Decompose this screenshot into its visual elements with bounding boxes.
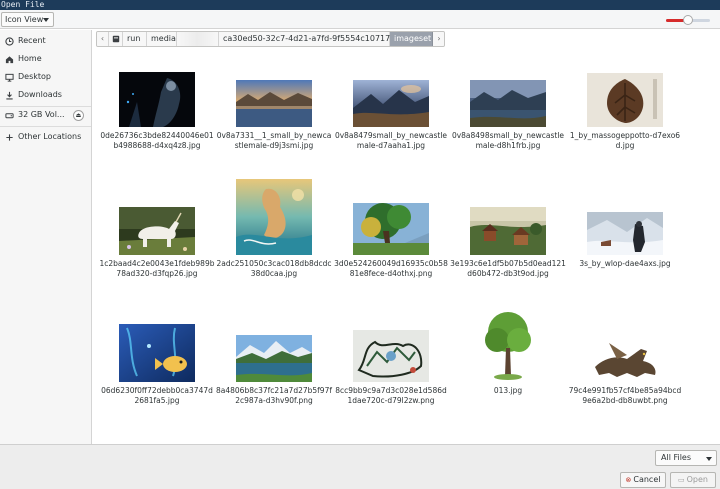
drive-icon	[5, 111, 14, 120]
path-segment-volume[interactable]: ca30ed50-32c7-4d21-a7fd-9f5554c10717	[219, 32, 390, 46]
file-item[interactable]: 1c2baad4c2e0043e1fdeb989b78ad320-d3fqp26…	[99, 177, 215, 279]
file-thumbnail	[119, 71, 195, 127]
file-item[interactable]: 2adc251050c3cac018db8dcdc38d0caa.jpg	[216, 177, 332, 279]
file-name: 8cc9bb9c9a7d3c028e1d586d1dae720c-d79l2zw…	[335, 386, 447, 405]
file-name: 3e193c6e1df5b07b5d0ead121d60b472-db3t9od…	[450, 259, 566, 278]
zoom-slider-handle[interactable]	[683, 15, 693, 25]
file-thumbnail	[236, 177, 312, 255]
download-icon	[5, 91, 14, 100]
cancel-button[interactable]: ⊗ Cancel	[620, 472, 666, 488]
file-thumbnail	[587, 71, 663, 127]
file-item[interactable]: 0de26736c3bde82440046e01b4988688-d4xq4z8…	[99, 71, 215, 151]
file-item[interactable]: 0v8a8479small_by_newcastlemale-d7aaha1.j…	[333, 71, 449, 151]
file-item[interactable]: 8a4806b8c37fc21a7d27b5f97f2c987a-d3hv90f…	[216, 304, 332, 406]
sidebar-item-label: Home	[18, 54, 42, 63]
sidebar-item-other-locations[interactable]: Other Locations	[0, 129, 91, 145]
file-name: 2adc251050c3cac018db8dcdc38d0caa.jpg	[216, 259, 332, 278]
sidebar-item-home[interactable]: Home	[0, 51, 91, 67]
file-thumbnail	[353, 71, 429, 127]
sidebar-separator	[0, 126, 91, 127]
sidebar-item-label: 32 GB Vol...	[18, 110, 65, 119]
window-titlebar: Open File	[0, 0, 720, 10]
file-name: 0v8a8498small_by_newcastlemale-d8h1frb.j…	[451, 131, 565, 150]
desktop-icon	[5, 73, 14, 82]
file-name: 3s_by_wlop-dae4axs.jpg	[579, 259, 671, 268]
file-thumbnail	[587, 177, 663, 255]
file-name: 0v8a7331__1_small_by_newcastlemale-d9j3s…	[216, 131, 332, 150]
file-thumbnail	[470, 177, 546, 255]
file-filter-dropdown[interactable]: All Files	[655, 450, 717, 466]
plus-icon	[5, 133, 14, 142]
file-item[interactable]: 0v8a8498small_by_newcastlemale-d8h1frb.j…	[450, 71, 566, 151]
file-name: 79c4e991fb57cf4be85a94bcd9e6a2bd-db8uwbt…	[568, 386, 682, 405]
file-item[interactable]	[216, 430, 332, 444]
file-thumbnail	[236, 71, 312, 127]
eject-icon[interactable]: ⏏	[73, 110, 84, 121]
file-item[interactable]: 06d6230f0ff72debb0ca3747d2681fa5.jpg	[99, 304, 215, 406]
file-thumbnail	[236, 304, 312, 382]
file-item[interactable]	[99, 430, 215, 444]
file-name: 0v8a8479small_by_newcastlemale-d7aaha1.j…	[334, 131, 448, 150]
path-segment-imageset[interactable]: imageset	[390, 32, 433, 46]
cancel-icon: ⊗	[625, 476, 632, 484]
file-thumbnail	[353, 304, 429, 382]
path-segment-run[interactable]: run	[123, 32, 147, 46]
path-segment-user[interactable]	[177, 32, 219, 46]
open-icon: ▭	[678, 476, 685, 484]
file-thumbnail	[128, 430, 186, 444]
dialog-footer: All Files ⊗ Cancel ▭ Open	[0, 444, 720, 489]
path-back-icon[interactable]: ‹	[97, 32, 109, 46]
header-bar: Icon View	[0, 10, 720, 29]
file-thumbnail	[479, 304, 537, 382]
file-item[interactable]: 1_by_massogeppotto-d7exo6d.jpg	[567, 71, 683, 151]
file-thumbnail	[119, 304, 195, 382]
file-thumbnail	[470, 71, 546, 127]
file-item[interactable]: 3s_by_wlop-dae4axs.jpg	[567, 177, 683, 269]
file-item[interactable]: 3e193c6e1df5b07b5d0ead121d60b472-db3t9od…	[450, 177, 566, 279]
file-name: 8a4806b8c37fc21a7d27b5f97f2c987a-d3hv90f…	[216, 386, 332, 405]
file-filter-label: All Files	[661, 453, 692, 462]
file-name: 3d0e524260049d16935c0b5881e8fece-d4othxj…	[334, 259, 448, 278]
sidebar-item-label: Other Locations	[18, 132, 82, 141]
view-mode-label: Icon View	[5, 15, 44, 24]
places-sidebar: Recent Home Desktop Downloads 32 GB Vol.…	[0, 30, 92, 444]
sidebar-item-downloads[interactable]: Downloads	[0, 87, 91, 103]
file-item[interactable]: 3d0e524260049d16935c0b5881e8fece-d4othxj…	[333, 177, 449, 279]
file-item[interactable]: 8cc9bb9c9a7d3c028e1d586d1dae720c-d79l2zw…	[333, 304, 449, 406]
chevron-down-icon	[43, 18, 49, 22]
zoom-slider[interactable]	[666, 15, 710, 25]
sidebar-item-desktop[interactable]: Desktop	[0, 69, 91, 85]
path-forward-icon[interactable]: ›	[433, 32, 444, 46]
window-title: Open File	[1, 0, 45, 9]
file-name: 1c2baad4c2e0043e1fdeb989b78ad320-d3fqp26…	[99, 259, 215, 278]
file-thumbnail	[119, 177, 195, 255]
open-label: Open	[686, 475, 708, 484]
file-name: 06d6230f0ff72debb0ca3747d2681fa5.jpg	[101, 386, 213, 405]
path-bar: ‹ run media ca30ed50-32c7-4d21-a7fd-9f55…	[96, 31, 445, 47]
file-thumbnail	[236, 430, 312, 444]
open-button[interactable]: ▭ Open	[670, 472, 716, 488]
file-icon-view: 0de26736c3bde82440046e01b4988688-d4xq4z8…	[93, 50, 720, 444]
file-name: 013.jpg	[493, 386, 523, 395]
file-thumbnail	[353, 177, 429, 255]
file-item[interactable]: 013.jpg	[450, 304, 566, 396]
file-item[interactable]: 0v8a7331__1_small_by_newcastlemale-d9j3s…	[216, 71, 332, 151]
sidebar-item-label: Recent	[18, 36, 46, 45]
filesystem-root-icon[interactable]	[109, 32, 123, 46]
view-mode-dropdown[interactable]: Icon View	[1, 12, 54, 27]
sidebar-item-label: Desktop	[18, 72, 51, 81]
sidebar-item-recent[interactable]: Recent	[0, 33, 91, 49]
clock-icon	[5, 37, 14, 46]
path-segment-media[interactable]: media	[147, 32, 177, 46]
file-item[interactable]: 79c4e991fb57cf4be85a94bcd9e6a2bd-db8uwbt…	[567, 304, 683, 406]
sidebar-item-volume[interactable]: 32 GB Vol... ⏏	[0, 107, 91, 123]
home-icon	[5, 55, 14, 64]
sidebar-item-label: Downloads	[18, 90, 62, 99]
file-name: 0de26736c3bde82440046e01b4988688-d4xq4z8…	[100, 131, 214, 150]
file-thumbnail	[587, 304, 663, 382]
file-name: 1_by_massogeppotto-d7exo6d.jpg	[569, 131, 681, 150]
chevron-down-icon	[706, 457, 712, 461]
cancel-label: Cancel	[633, 475, 661, 484]
